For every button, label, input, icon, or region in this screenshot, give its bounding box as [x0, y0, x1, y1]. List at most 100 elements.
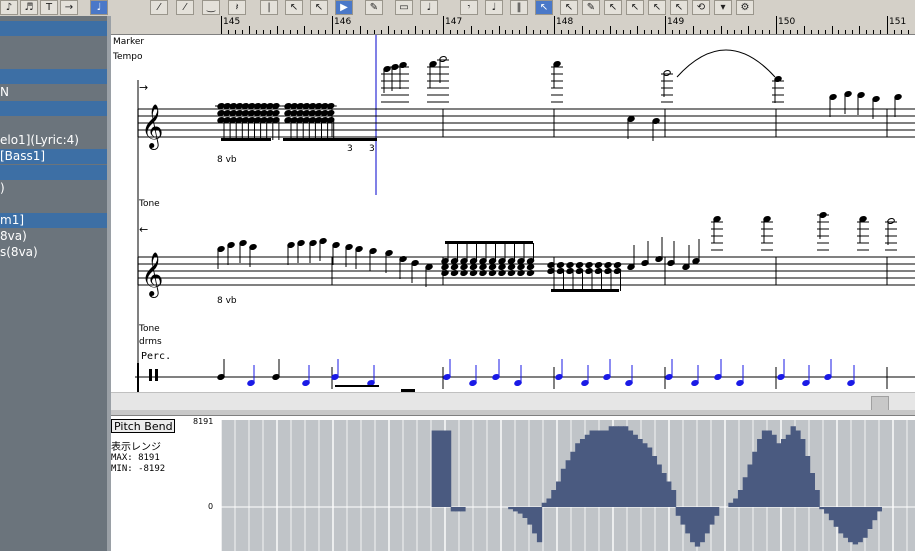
track-row[interactable] — [0, 21, 107, 36]
pitch-bend-bar[interactable] — [594, 430, 600, 508]
pitch-bend-bar[interactable] — [728, 502, 734, 507]
track-row[interactable] — [0, 69, 107, 84]
pitch-bend-bar[interactable] — [800, 439, 806, 507]
stem-icon[interactable]: | — [260, 0, 278, 15]
pitch-bend-bar[interactable] — [642, 443, 648, 507]
pointer-icon[interactable]: ↖ — [535, 0, 553, 15]
pointer4-icon[interactable]: ↖ — [626, 0, 644, 15]
play-icon[interactable]: ▶ — [335, 0, 353, 15]
pitch-bend-bar[interactable] — [733, 498, 739, 508]
track-row[interactable]: elo1](Lyric:4) — [0, 133, 107, 148]
pitch-bend-bar[interactable] — [436, 430, 442, 508]
pitch-bend-bar[interactable] — [460, 507, 466, 512]
pitch-bend-bar[interactable] — [603, 430, 610, 508]
pitch-bend-bar[interactable] — [685, 507, 691, 534]
pitch-bend-bar[interactable] — [527, 507, 533, 525]
loop-icon[interactable]: ⟲ — [692, 0, 710, 15]
pitch-bend-bar[interactable] — [589, 430, 595, 508]
pitch-bend-bar[interactable] — [565, 460, 571, 507]
pitch-bend-bar[interactable] — [704, 507, 710, 534]
pitch-bend-bar[interactable] — [670, 490, 677, 507]
track-row[interactable]: s(8va) — [0, 245, 107, 260]
pitch-bend-bar[interactable] — [847, 507, 854, 543]
pitch-bend-bar[interactable] — [747, 464, 753, 508]
pitch-bend-bar[interactable] — [441, 430, 447, 508]
pitch-bend-bar[interactable] — [675, 507, 681, 516]
pitch-bend-bar[interactable] — [871, 507, 878, 521]
note-s-icon[interactable]: ♩ — [485, 0, 503, 15]
pitch-bend-bar[interactable] — [804, 456, 811, 507]
pitch-bend-bar[interactable] — [776, 443, 782, 507]
pitch-bend-bar[interactable] — [857, 507, 863, 543]
pitch-bend-bar[interactable] — [785, 434, 792, 507]
pitch-bend-bar[interactable] — [766, 430, 772, 508]
pitch-bend-bar[interactable] — [556, 481, 562, 508]
pitch-bend-bar[interactable] — [833, 507, 839, 527]
note-16-icon[interactable]: ♬ — [20, 0, 38, 15]
menu-icon[interactable]: ▾ — [714, 0, 732, 15]
note-8-icon[interactable]: ♪ — [0, 0, 18, 15]
pitch-bend-bar[interactable] — [771, 434, 777, 507]
pitch-bend-bar[interactable] — [699, 507, 705, 543]
pitch-bend-bar[interactable] — [608, 426, 614, 507]
pitch-bend-bar[interactable] — [584, 434, 591, 507]
pitch-bend-bar[interactable] — [455, 507, 461, 512]
pitch-bend-bar[interactable] — [713, 507, 720, 516]
note-r-icon[interactable]: 𝄾 — [460, 0, 478, 15]
pitch-bend-bar[interactable] — [876, 507, 882, 512]
pitch-bend-selector-button[interactable]: Pitch Bend — [111, 419, 175, 433]
pitch-bend-bar[interactable] — [737, 490, 744, 507]
pitch-bend-bar[interactable] — [742, 477, 748, 507]
rest-icon[interactable]: 𝄽 — [228, 0, 246, 15]
track-row[interactable] — [0, 37, 107, 52]
track-row[interactable]: 8va) — [0, 229, 107, 244]
note-q-icon[interactable]: ♩ — [420, 0, 438, 15]
pitch-bend-bar[interactable] — [780, 439, 787, 507]
cursor-icon[interactable]: ↖ — [285, 0, 303, 15]
tie-icon[interactable]: ‿ — [202, 0, 220, 15]
pitch-bend-bar[interactable] — [445, 430, 452, 508]
pitch-bend-bar[interactable] — [627, 430, 634, 508]
pitch-bend-bar[interactable] — [651, 456, 658, 507]
track-row[interactable] — [0, 197, 107, 212]
pitch-bend-bar[interactable] — [579, 439, 586, 507]
pitch-bend-bar[interactable] — [431, 430, 437, 508]
pointer2-icon[interactable]: ↖ — [560, 0, 578, 15]
track-row[interactable] — [0, 101, 107, 116]
pitch-bend-bar[interactable] — [752, 451, 758, 507]
pitch-bend-bar[interactable] — [661, 473, 667, 507]
select-icon[interactable]: ▭ — [395, 0, 413, 15]
track-row[interactable] — [0, 53, 107, 68]
pitch-bend-bar[interactable] — [560, 468, 567, 507]
pitch-bend-bar[interactable] — [546, 498, 552, 508]
pitch-bend-bar[interactable] — [694, 507, 701, 547]
pitch-bend-bar[interactable] — [795, 430, 801, 508]
pitch-bend-bar[interactable] — [709, 507, 715, 525]
pitch-bend-bar[interactable] — [828, 507, 835, 521]
pitch-bend-bar[interactable] — [551, 490, 557, 507]
pitch-bend-bar[interactable] — [512, 507, 519, 512]
pencil-icon[interactable]: ✎ — [582, 0, 600, 15]
cursor-b-icon[interactable]: ↖ — [310, 0, 328, 15]
pointer3-icon[interactable]: ↖ — [604, 0, 622, 15]
split-icon[interactable]: ‖ — [510, 0, 528, 15]
pitch-bend-bar[interactable] — [450, 507, 457, 512]
pitch-bend-bar[interactable] — [819, 507, 825, 510]
pitch-bend-bar[interactable] — [809, 473, 815, 507]
eraser-icon[interactable]: ✎ — [365, 0, 383, 15]
pitch-bend-bar[interactable] — [613, 426, 619, 507]
pitch-bend-bar[interactable] — [790, 426, 796, 507]
pointer6-icon[interactable]: ↖ — [670, 0, 688, 15]
pitch-bend-bar[interactable] — [532, 507, 538, 534]
pointer5-icon[interactable]: ↖ — [648, 0, 666, 15]
pitch-bend-bar[interactable] — [575, 443, 581, 507]
pitch-bend-bar[interactable] — [690, 507, 696, 543]
pitch-bend-bar[interactable] — [623, 426, 629, 507]
pitch-bend-bar[interactable] — [666, 481, 672, 508]
pitch-bend-bar[interactable] — [656, 464, 662, 508]
pitch-bend-bar[interactable] — [867, 507, 873, 529]
pitch-bend-bar[interactable] — [852, 507, 859, 545]
pitch-bend-bar[interactable] — [646, 447, 653, 508]
horizontal-scrollbar[interactable] — [111, 392, 915, 411]
pitch-bend-bar[interactable] — [843, 507, 849, 538]
